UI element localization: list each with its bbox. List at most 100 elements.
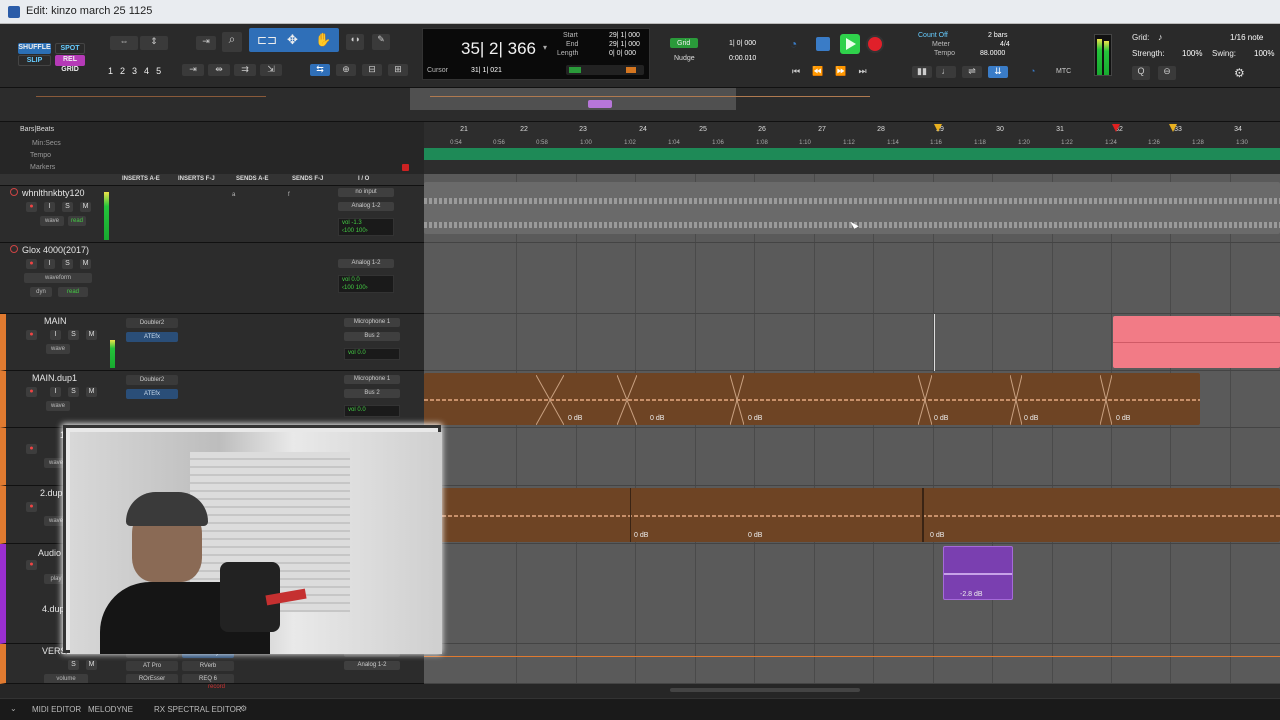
mute-button[interactable]: M [80, 202, 91, 212]
zoom-in-icon[interactable]: ⇕ [140, 36, 168, 50]
tab-to-transient-icon[interactable]: ⇥ [182, 64, 204, 76]
zoom-out-icon[interactable]: ⇔ [110, 36, 138, 50]
tab-rx-spectral-editor[interactable]: RX SPECTRAL EDITOR [154, 705, 242, 714]
clip-gain-label[interactable]: 0 dB [568, 415, 582, 422]
insert-slot-g[interactable]: RVerb [182, 661, 234, 671]
ruler-minsecs-label[interactable]: Min:Secs [32, 140, 61, 147]
scrubber-tool-icon[interactable]: ◖◗ [346, 34, 364, 50]
track-view-selector[interactable]: wave [46, 344, 70, 354]
crossfade-icon[interactable] [918, 375, 932, 425]
record-enable-icon[interactable]: ● [26, 202, 37, 212]
midi-merge-icon[interactable]: ⇌ [962, 66, 982, 78]
crossfade-icon[interactable] [730, 375, 744, 425]
conductor-icon[interactable]: ⇊ [988, 66, 1008, 78]
clip-gain-label[interactable]: -2.8 dB [960, 591, 983, 598]
track-lane[interactable] [424, 243, 1280, 314]
track-name[interactable]: whnlthnkbty120 [22, 188, 85, 198]
track-view-selector[interactable]: wave [40, 216, 64, 226]
track-lane[interactable] [424, 644, 1280, 684]
record-enable-icon[interactable]: ● [26, 502, 37, 512]
output-selector[interactable]: Analog 1-2 [338, 259, 394, 268]
input-monitor-icon[interactable]: I [50, 330, 61, 340]
link-track-icon[interactable]: ⇉ [234, 64, 256, 76]
record-enable-icon[interactable]: ● [26, 387, 37, 397]
insert-slot-b[interactable]: AT Pro [126, 661, 178, 671]
output-selector[interactable]: Analog 1-2 [338, 202, 394, 211]
insert-slot-a[interactable]: Doubler2 [126, 375, 178, 385]
automation-mode-selector[interactable]: read [58, 287, 88, 297]
track-header[interactable]: Glox 4000(2017) ● I S M waveform dyn rea… [0, 243, 424, 314]
send-slot[interactable]: a [232, 192, 235, 198]
insert-slot-h[interactable]: REQ 6 [182, 674, 234, 683]
commands-focus-icon[interactable]: ⊞ [388, 64, 408, 76]
end-value[interactable]: 29| 1| 000 [609, 41, 640, 48]
slip-mode-button[interactable]: SLIP [18, 55, 51, 66]
clip-gain-label[interactable]: 0 dB [748, 415, 762, 422]
crossfade-icon[interactable] [617, 375, 637, 425]
keyboard-focus-icon[interactable]: ⊟ [362, 64, 382, 76]
grabber-tool-icon[interactable]: ✋ [315, 32, 331, 48]
volume-pan-box[interactable]: vol -1.3 ‹100 100› [338, 218, 394, 236]
volume-pan-box[interactable]: vol 0.0 ‹100 100› [338, 275, 394, 293]
rewind-icon[interactable]: ⏪ [812, 66, 835, 76]
mirror-midi-icon[interactable]: ⇆ [310, 64, 330, 76]
quantize-icon[interactable]: Q [1132, 66, 1150, 80]
playlist-sub-selector[interactable]: dyn [30, 287, 52, 297]
output-selector[interactable]: Bus 2 [344, 332, 400, 341]
track-lane[interactable] [424, 314, 1280, 371]
record-enable-icon[interactable]: ● [26, 444, 37, 454]
track-view-selector[interactable]: wave [44, 458, 68, 468]
track-lane[interactable]: 0 dB 0 dB 0 dB 0 dB 0 dB 0 dB [424, 371, 1280, 428]
pan-left[interactable]: ‹100 [342, 228, 354, 234]
audio-clip-brown[interactable]: 0 dB 0 dB 0 dB [424, 488, 1280, 542]
record-enable-icon[interactable]: ● [26, 330, 37, 340]
track-header[interactable]: whnlthnkbty120 ● I S M wave read a f no … [0, 186, 424, 243]
scroll-thumb[interactable] [670, 688, 860, 692]
settings-icon[interactable]: ⚙ [240, 704, 247, 713]
zoom-preset-3[interactable]: 3 [132, 66, 144, 76]
track-name[interactable]: Glox 4000(2017) [22, 245, 89, 255]
selector-tool-icon[interactable]: ✥ [287, 32, 298, 48]
collapse-icon[interactable]: ⌄ [10, 704, 17, 713]
rtz-icon[interactable]: ⏮ [792, 66, 812, 76]
session-overview[interactable] [0, 88, 1280, 122]
record-enable-icon[interactable]: ● [26, 259, 37, 269]
mute-button[interactable]: M [86, 660, 97, 670]
record-enable-icon[interactable]: ● [26, 560, 37, 570]
volume-box[interactable]: vol 0.0 [344, 348, 400, 360]
output-selector[interactable]: Bus 2 [344, 389, 400, 398]
clip-gain-label[interactable]: 0 dB [934, 415, 948, 422]
online-icon[interactable]: ◔ [1030, 66, 1035, 76]
input-selector[interactable]: Microphone 1 [344, 318, 400, 327]
input-selector[interactable]: no input [338, 188, 394, 197]
pencil-tool-icon[interactable]: ✎ [372, 34, 390, 50]
play-button[interactable] [840, 34, 860, 54]
recording-clip[interactable] [1113, 316, 1280, 368]
clip-gain-label[interactable]: 0 dB [650, 415, 664, 422]
pre-post-roll-indicators[interactable] [566, 65, 644, 75]
input-selector[interactable]: Microphone 1 [344, 375, 400, 384]
solo-button[interactable]: S [62, 259, 73, 269]
add-marker-icon[interactable] [402, 164, 409, 171]
ruler-bars-label[interactable]: Bars|Beats [20, 126, 54, 133]
pan-right[interactable]: 100› [356, 228, 368, 234]
zoom-toggle-icon[interactable]: ⇥ [196, 36, 216, 50]
input-monitor-icon[interactable]: I [44, 202, 55, 212]
mute-button[interactable]: M [86, 330, 97, 340]
grid-value[interactable]: 1| 0| 000 [729, 40, 756, 47]
audio-clip-purple[interactable]: -2.8 dB [943, 546, 1013, 600]
counter-dropdown-icon[interactable]: ▾ [543, 43, 547, 52]
track-name[interactable]: 4.dup [42, 604, 65, 614]
track-name[interactable]: MAIN [44, 316, 67, 326]
fast-forward-icon[interactable]: ⏩ [835, 66, 858, 76]
zoom-preset-4[interactable]: 4 [144, 66, 156, 76]
track-name[interactable]: 1 [60, 430, 65, 440]
track-header[interactable]: MAIN.dup1 ● I S M wave Doubler2 ATEfx Mi… [0, 371, 424, 428]
track-view-selector[interactable]: wave [44, 516, 68, 526]
zoom-preset-1[interactable]: 1 [108, 66, 120, 76]
tab-melodyne[interactable]: MELODYNE [88, 705, 133, 714]
track-lane[interactable]: 0 dB 0 dB 0 dB [424, 486, 1280, 544]
tempo-value[interactable]: 88.0000 [980, 50, 1005, 57]
edit-window-tracks[interactable]: 0 dB 0 dB 0 dB 0 dB 0 dB 0 dB 0 dB 0 dB … [424, 174, 1280, 684]
input-monitor-icon[interactable]: I [50, 387, 61, 397]
